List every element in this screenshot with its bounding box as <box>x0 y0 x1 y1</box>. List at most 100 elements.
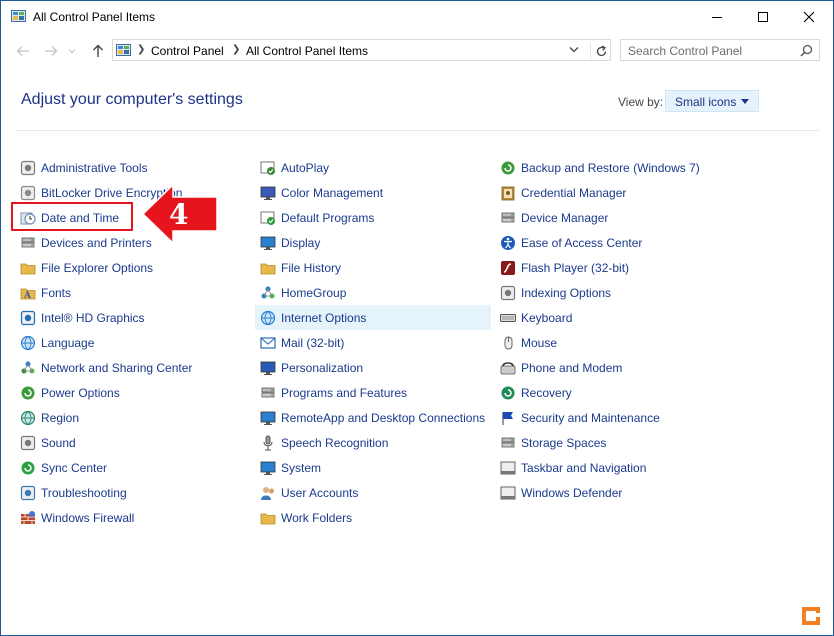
control-panel-item-label[interactable]: Power Options <box>41 386 120 400</box>
control-panel-item[interactable]: Default Programs <box>255 205 491 230</box>
control-panel-item[interactable]: Administrative Tools <box>15 155 245 180</box>
close-button[interactable] <box>786 1 832 33</box>
control-panel-item-label[interactable]: Mouse <box>521 336 557 350</box>
control-panel-item[interactable]: Sync Center <box>15 455 245 480</box>
maximize-button[interactable] <box>740 1 786 33</box>
control-panel-item[interactable]: Display <box>255 230 491 255</box>
control-panel-item-label[interactable]: Mail (32-bit) <box>281 336 344 350</box>
control-panel-item-label[interactable]: User Accounts <box>281 486 358 500</box>
breadcrumb-all-items[interactable]: All Control Panel Items <box>246 44 368 58</box>
search-placeholder[interactable]: Search Control Panel <box>628 44 742 58</box>
control-panel-item[interactable]: Ease of Access Center <box>495 230 725 255</box>
control-panel-item-label[interactable]: RemoteApp and Desktop Connections <box>281 411 485 425</box>
control-panel-item-label[interactable]: Taskbar and Navigation <box>521 461 646 475</box>
control-panel-item-label[interactable]: System <box>281 461 321 475</box>
control-panel-item[interactable]: Sound <box>15 430 245 455</box>
breadcrumb-separator-icon[interactable]: ❯ <box>232 44 240 55</box>
minimize-button[interactable] <box>694 1 740 33</box>
refresh-button[interactable] <box>590 42 611 60</box>
control-panel-item[interactable]: Mouse <box>495 330 725 355</box>
control-panel-item[interactable]: HomeGroup <box>255 280 491 305</box>
control-panel-item-label[interactable]: Troubleshooting <box>41 486 127 500</box>
control-panel-item[interactable]: Device Manager <box>495 205 725 230</box>
up-button[interactable] <box>88 41 108 61</box>
control-panel-item[interactable]: Programs and Features <box>255 380 491 405</box>
control-panel-item[interactable]: Power Options <box>15 380 245 405</box>
recent-locations-button[interactable] <box>65 41 79 61</box>
address-dropdown-icon[interactable] <box>569 46 579 53</box>
control-panel-item-label[interactable]: Ease of Access Center <box>521 236 642 250</box>
breadcrumb-control-panel[interactable]: Control Panel <box>151 44 224 58</box>
control-panel-item-label[interactable]: Windows Firewall <box>41 511 134 525</box>
control-panel-item-label[interactable]: Work Folders <box>281 511 352 525</box>
control-panel-item[interactable]: AutoPlay <box>255 155 491 180</box>
control-panel-item-label[interactable]: AutoPlay <box>281 161 329 175</box>
control-panel-item[interactable]: Security and Maintenance <box>495 405 725 430</box>
search-icon[interactable] <box>800 44 813 57</box>
control-panel-item-label[interactable]: File History <box>281 261 341 275</box>
control-panel-item-label[interactable]: Region <box>41 411 79 425</box>
control-panel-item-label[interactable]: Sync Center <box>41 461 107 475</box>
control-panel-item[interactable]: Backup and Restore (Windows 7) <box>495 155 725 180</box>
control-panel-item[interactable]: RemoteApp and Desktop Connections <box>255 405 491 430</box>
control-panel-item-label[interactable]: Network and Sharing Center <box>41 361 192 375</box>
control-panel-item-label[interactable]: Keyboard <box>521 311 572 325</box>
control-panel-item[interactable]: Personalization <box>255 355 491 380</box>
control-panel-item-label[interactable]: File Explorer Options <box>41 261 153 275</box>
control-panel-item[interactable]: Intel® HD Graphics <box>15 305 245 330</box>
control-panel-item[interactable]: A Fonts <box>15 280 245 305</box>
control-panel-item-label[interactable]: Programs and Features <box>281 386 407 400</box>
view-by-dropdown[interactable]: Small icons <box>665 90 759 112</box>
control-panel-item-label[interactable]: Administrative Tools <box>41 161 148 175</box>
control-panel-item-label[interactable]: Storage Spaces <box>521 436 606 450</box>
address-bar[interactable]: ❯ Control Panel ❯ All Control Panel Item… <box>112 39 611 61</box>
control-panel-item[interactable]: Keyboard <box>495 305 725 330</box>
control-panel-item-label[interactable]: Internet Options <box>281 311 366 325</box>
control-panel-item-label[interactable]: Default Programs <box>281 211 374 225</box>
control-panel-item[interactable]: System <box>255 455 491 480</box>
control-panel-item-label[interactable]: Speech Recognition <box>281 436 388 450</box>
control-panel-item[interactable]: Credential Manager <box>495 180 725 205</box>
control-panel-item[interactable]: Region <box>15 405 245 430</box>
control-panel-item[interactable]: Work Folders <box>255 505 491 530</box>
control-panel-item[interactable]: File History <box>255 255 491 280</box>
back-button[interactable] <box>13 41 33 61</box>
search-box[interactable]: Search Control Panel <box>620 39 820 61</box>
control-panel-item[interactable]: Recovery <box>495 380 725 405</box>
control-panel-item[interactable]: Taskbar and Navigation <box>495 455 725 480</box>
control-panel-item-label[interactable]: HomeGroup <box>281 286 346 300</box>
control-panel-item[interactable]: Troubleshooting <box>15 480 245 505</box>
control-panel-item[interactable]: Indexing Options <box>495 280 725 305</box>
control-panel-item-label[interactable]: Backup and Restore (Windows 7) <box>521 161 700 175</box>
control-panel-item[interactable]: Windows Firewall <box>15 505 245 530</box>
control-panel-item[interactable]: Speech Recognition <box>255 430 491 455</box>
control-panel-item-label[interactable]: Fonts <box>41 286 71 300</box>
forward-button[interactable] <box>41 41 61 61</box>
control-panel-item-label[interactable]: Flash Player (32-bit) <box>521 261 629 275</box>
control-panel-item-label[interactable]: Intel® HD Graphics <box>41 311 145 325</box>
control-panel-item[interactable]: Mail (32-bit) <box>255 330 491 355</box>
control-panel-item-label[interactable]: Device Manager <box>521 211 608 225</box>
control-panel-item-label[interactable]: Display <box>281 236 320 250</box>
control-panel-item[interactable]: Language <box>15 330 245 355</box>
control-panel-item[interactable]: User Accounts <box>255 480 491 505</box>
control-panel-item-label[interactable]: Phone and Modem <box>521 361 622 375</box>
control-panel-item-label[interactable]: Personalization <box>281 361 363 375</box>
control-panel-item-label[interactable]: Windows Defender <box>521 486 622 500</box>
breadcrumb-separator-icon[interactable]: ❯ <box>137 44 145 55</box>
control-panel-item-label[interactable]: Credential Manager <box>521 186 626 200</box>
control-panel-item[interactable]: File Explorer Options <box>15 255 245 280</box>
control-panel-item[interactable]: Windows Defender <box>495 480 725 505</box>
control-panel-item[interactable]: Internet Options <box>255 305 491 330</box>
control-panel-item-label[interactable]: Recovery <box>521 386 572 400</box>
control-panel-item-label[interactable]: Indexing Options <box>521 286 611 300</box>
control-panel-item[interactable]: Storage Spaces <box>495 430 725 455</box>
control-panel-item-label[interactable]: Sound <box>41 436 76 450</box>
control-panel-item[interactable]: Network and Sharing Center <box>15 355 245 380</box>
control-panel-item-label[interactable]: Security and Maintenance <box>521 411 660 425</box>
control-panel-item-label[interactable]: Color Management <box>281 186 383 200</box>
control-panel-item-label[interactable]: Devices and Printers <box>41 236 152 250</box>
view-by-value[interactable]: Small icons <box>675 95 736 109</box>
control-panel-item[interactable]: Phone and Modem <box>495 355 725 380</box>
control-panel-item-label[interactable]: Language <box>41 336 94 350</box>
